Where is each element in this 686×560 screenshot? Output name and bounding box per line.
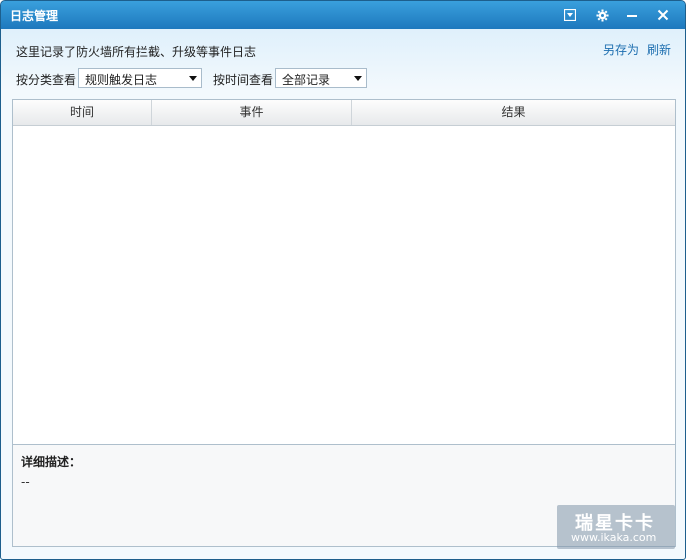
category-filter-label: 按分类查看 xyxy=(16,73,77,87)
column-header-result[interactable]: 结果 xyxy=(352,100,675,125)
refresh-link[interactable]: 刷新 xyxy=(647,41,671,58)
time-filter-label: 按时间查看 xyxy=(213,73,274,87)
chevron-down-icon xyxy=(189,76,197,81)
settings-button[interactable] xyxy=(590,5,614,25)
log-manager-window: 日志管理 这里记录了防火墙所有拦截、升级等事件日志 另存为 刷新 按分类查看 规… xyxy=(0,0,686,560)
time-select[interactable]: 全部记录 xyxy=(275,68,367,88)
table-body[interactable] xyxy=(13,126,675,444)
dropdown-menu-button[interactable] xyxy=(558,5,582,25)
category-select[interactable]: 规则触发日志 xyxy=(78,68,202,88)
window-title: 日志管理 xyxy=(10,9,59,23)
log-table: 时间 事件 结果 xyxy=(12,99,676,445)
category-select-value: 规则触发日志 xyxy=(85,73,158,87)
close-icon xyxy=(657,9,669,21)
chevron-down-icon xyxy=(354,76,362,81)
time-select-value: 全部记录 xyxy=(282,73,331,87)
table-header: 时间 事件 结果 xyxy=(13,100,675,126)
minimize-button[interactable] xyxy=(620,5,644,25)
minimize-icon xyxy=(627,15,637,17)
column-header-time[interactable]: 时间 xyxy=(13,100,152,125)
page-description: 这里记录了防火墙所有拦截、升级等事件日志 xyxy=(16,45,257,59)
menu-box-icon xyxy=(564,9,576,21)
save-as-link[interactable]: 另存为 xyxy=(603,41,639,58)
title-bar[interactable]: 日志管理 xyxy=(1,1,685,29)
detail-value: -- xyxy=(21,475,30,489)
detail-label: 详细描述： xyxy=(21,455,82,469)
watermark-logo: 瑞星卡卡 www.ikaka.com xyxy=(557,505,675,549)
gear-icon xyxy=(595,8,609,22)
close-button[interactable] xyxy=(651,5,675,25)
watermark-url: www.ikaka.com xyxy=(571,531,657,544)
column-header-event[interactable]: 事件 xyxy=(152,100,352,125)
